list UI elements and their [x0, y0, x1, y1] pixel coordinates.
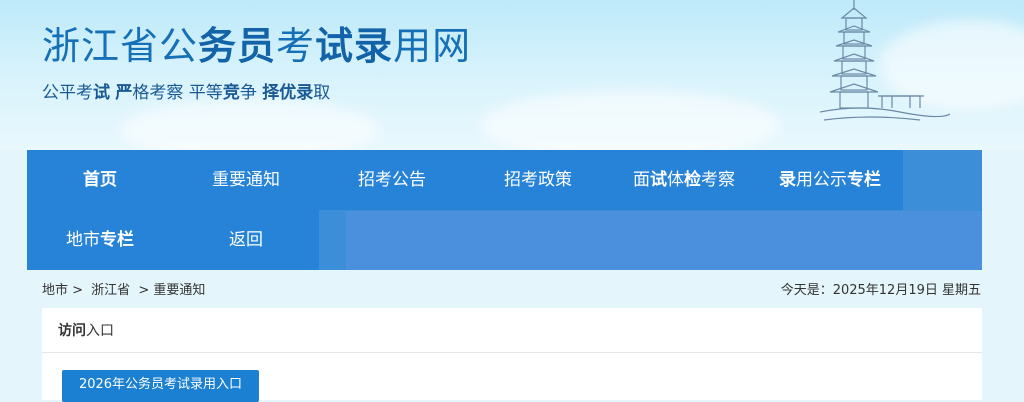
header-banner: 浙江省公务员考试录用网 公平考试 严格考察 平等竞争 择优录取: [0, 0, 1024, 150]
nav-item-cities[interactable]: 地市专栏: [27, 210, 173, 270]
breadcrumb: 地市 > 浙江省 > 重要通知: [42, 279, 209, 298]
nav-item-publicity[interactable]: 录用公示专栏: [757, 150, 903, 210]
nav-item-home[interactable]: 首页: [27, 150, 173, 210]
breadcrumb-zhejiang[interactable]: 浙江省: [91, 283, 130, 298]
site-title: 浙江省公务员考试录用网: [42, 24, 472, 68]
panel-header: 访问入口: [42, 308, 982, 353]
access-panel: 访问入口 2026年公务员考试录用入口: [42, 308, 982, 402]
nav-item-notices[interactable]: 重要通知: [173, 150, 319, 210]
nav-item-policies[interactable]: 招考政策: [465, 150, 611, 210]
breadcrumb-notices[interactable]: > 重要通知: [138, 283, 205, 298]
panel-title: 访问入口: [58, 323, 114, 339]
cloud-decoration: [120, 100, 380, 150]
nav-item-announcements[interactable]: 招考公告: [319, 150, 465, 210]
site-slogan: 公平考试 严格考察 平等竞争 择优录取: [42, 83, 331, 103]
pagoda-illustration: [820, 0, 950, 121]
nav-item-interview[interactable]: 面试体检考察: [611, 150, 757, 210]
main-nav: 首页 重要通知 招考公告 招考政策 面试体检考察 录用公示专栏 地市专栏 返回: [27, 150, 982, 270]
breadcrumb-cities[interactable]: 地市 >: [42, 283, 83, 298]
nav-filler: [346, 211, 982, 270]
exam-entry-button[interactable]: 2026年公务员考试录用入口: [62, 370, 259, 402]
nav-item-back[interactable]: 返回: [173, 210, 319, 270]
cloud-decoration: [480, 90, 780, 150]
current-date: 今天是：2025年12月19日 星期五: [780, 283, 981, 298]
